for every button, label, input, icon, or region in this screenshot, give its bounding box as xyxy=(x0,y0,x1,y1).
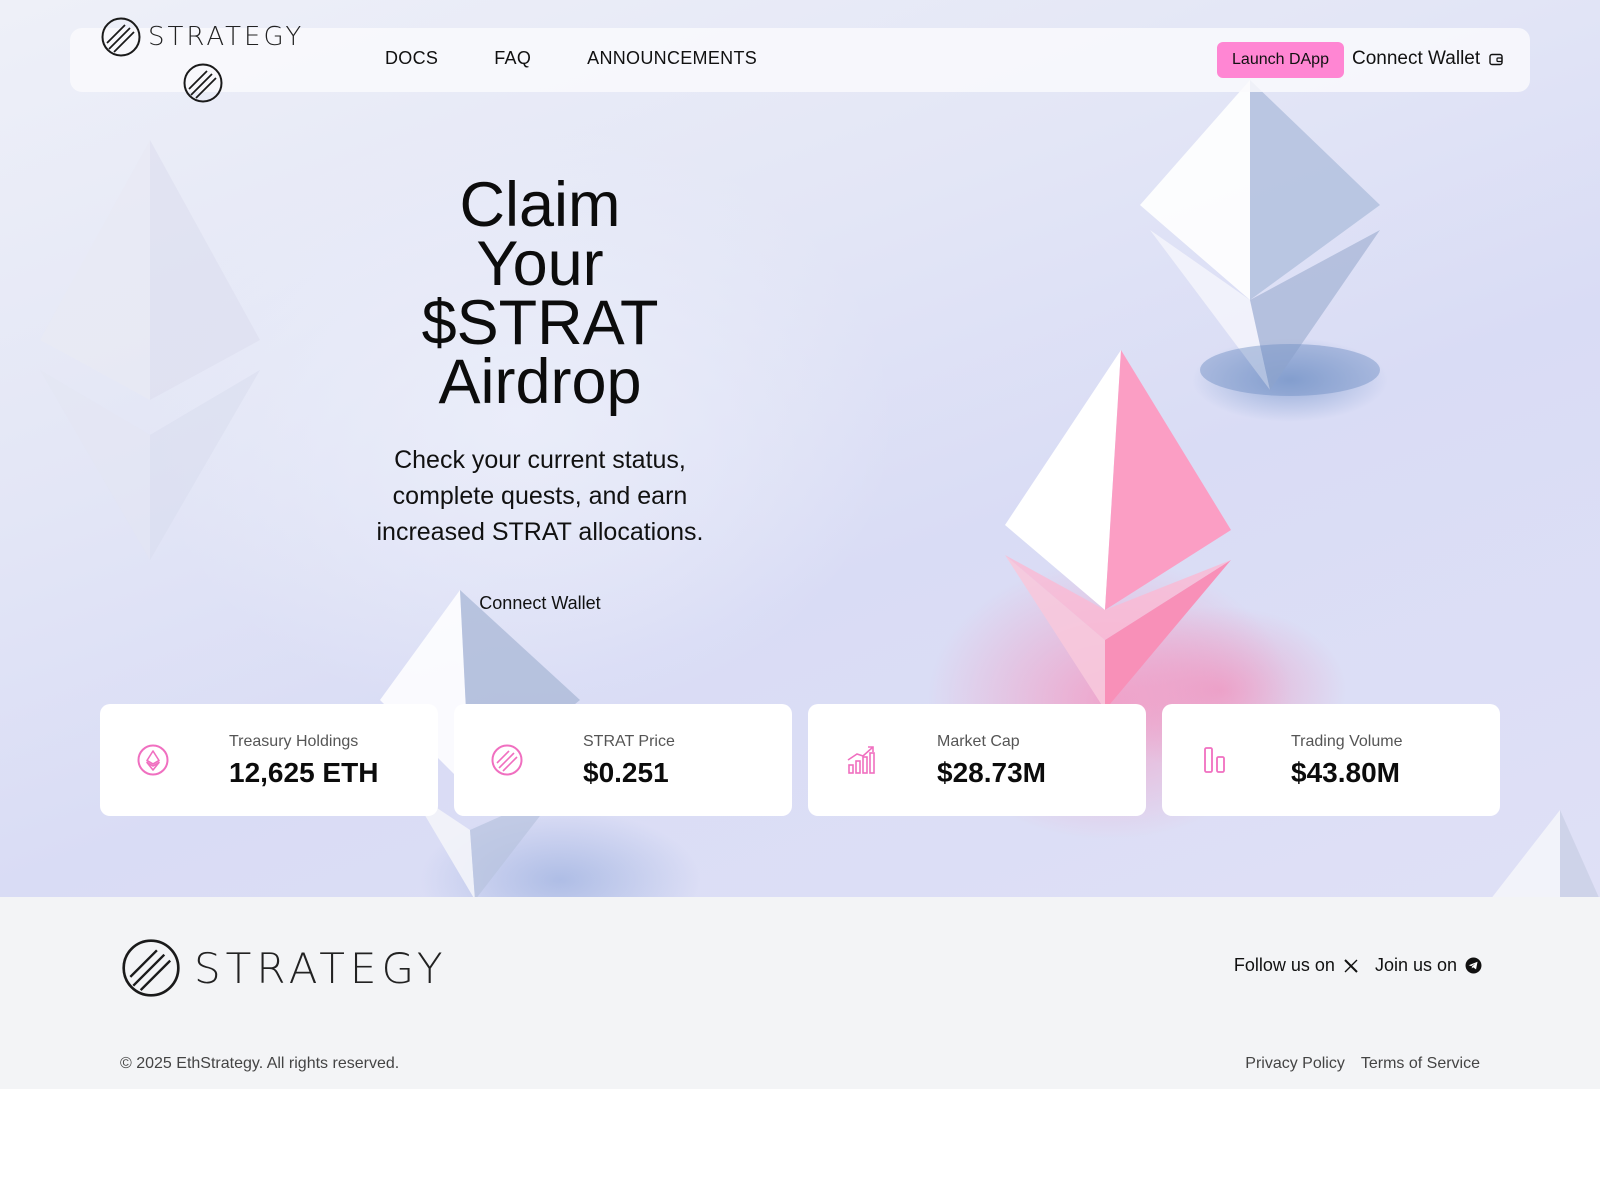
stat-label: Trading Volume xyxy=(1291,733,1403,750)
stat-value: 12,625 ETH xyxy=(229,757,379,788)
stat-value: $0.251 xyxy=(583,757,669,788)
nav-link-docs[interactable]: DOCS xyxy=(385,48,438,69)
hero-title: Claim Your $STRAT Airdrop xyxy=(380,170,700,417)
ethereum-shape-left-icon xyxy=(40,140,260,560)
main-nav: DOCS FAQ ANNOUNCEMENTS xyxy=(385,48,757,69)
legal-links: Privacy Policy Terms of Service xyxy=(1245,1055,1480,1073)
brand-logo[interactable]: STRATEGY xyxy=(100,16,304,58)
footer-brand-wordmark: STRATEGY xyxy=(194,943,448,993)
telegram-icon xyxy=(1465,957,1482,974)
ethereum-coin-icon xyxy=(137,744,169,776)
strategy-logo-icon xyxy=(101,17,141,57)
hero-connect-wallet-button[interactable]: Connect Wallet xyxy=(460,593,620,614)
ethereum-shape-topright-icon xyxy=(1140,80,1380,396)
stat-label: STRAT Price xyxy=(583,733,675,750)
stat-label: Market Cap xyxy=(937,733,1020,750)
join-label: Join us on xyxy=(1374,955,1457,975)
strategy-logo-small-icon xyxy=(183,63,223,103)
privacy-policy-link[interactable]: Privacy Policy xyxy=(1245,1055,1345,1073)
stat-card-volume: Trading Volume $43.80M xyxy=(1162,704,1500,816)
stat-value: $28.73M xyxy=(937,757,1046,788)
strat-coin-icon xyxy=(491,744,523,776)
launch-dapp-button[interactable]: Launch DApp xyxy=(1217,42,1344,78)
follow-x-link[interactable]: Follow us on xyxy=(1234,955,1359,976)
connect-wallet-button[interactable]: Connect Wallet xyxy=(1352,48,1504,70)
ethereum-shape-pink-icon xyxy=(1005,350,1231,710)
follow-label: Follow us on xyxy=(1233,955,1335,975)
footer: STRATEGY Follow us on Join us on © 2025 … xyxy=(0,897,1600,1089)
hero-subtitle: Check your current status, complete ques… xyxy=(376,446,704,546)
terms-of-service-link[interactable]: Terms of Service xyxy=(1361,1055,1480,1073)
stat-card-market-cap: Market Cap $28.73M xyxy=(808,704,1146,816)
hero-title-line: Airdrop xyxy=(438,347,642,417)
growth-chart-icon xyxy=(847,746,875,774)
brand-wordmark: STRATEGY xyxy=(148,22,305,52)
ethereum-shape-bottomright-icon xyxy=(1492,810,1599,897)
hero-title-line: Your xyxy=(476,229,604,299)
nav-link-announcements[interactable]: ANNOUNCEMENTS xyxy=(587,48,757,69)
stat-card-price: STRAT Price $0.251 xyxy=(454,704,792,816)
wallet-icon xyxy=(1489,53,1503,66)
join-telegram-link[interactable]: Join us on xyxy=(1375,955,1482,976)
strategy-logo-icon xyxy=(122,939,180,997)
volume-bars-icon xyxy=(1204,747,1225,773)
hero-title-line: Claim xyxy=(459,170,621,240)
social-links: Follow us on Join us on xyxy=(1234,955,1482,976)
footer-brand-logo[interactable]: STRATEGY xyxy=(120,937,448,999)
copyright-text: © 2025 EthStrategy. All rights reserved. xyxy=(120,1055,400,1072)
brand-mark-secondary xyxy=(182,62,224,109)
connect-wallet-label: Connect Wallet xyxy=(1352,48,1481,69)
stat-value: $43.80M xyxy=(1291,757,1400,788)
hero-title-line: $STRAT xyxy=(421,288,659,358)
stat-label: Treasury Holdings xyxy=(229,733,359,750)
nav-link-faq[interactable]: FAQ xyxy=(494,48,531,69)
x-logo-icon xyxy=(1344,958,1358,973)
stat-card-treasury: Treasury Holdings 12,625 ETH xyxy=(100,704,438,816)
